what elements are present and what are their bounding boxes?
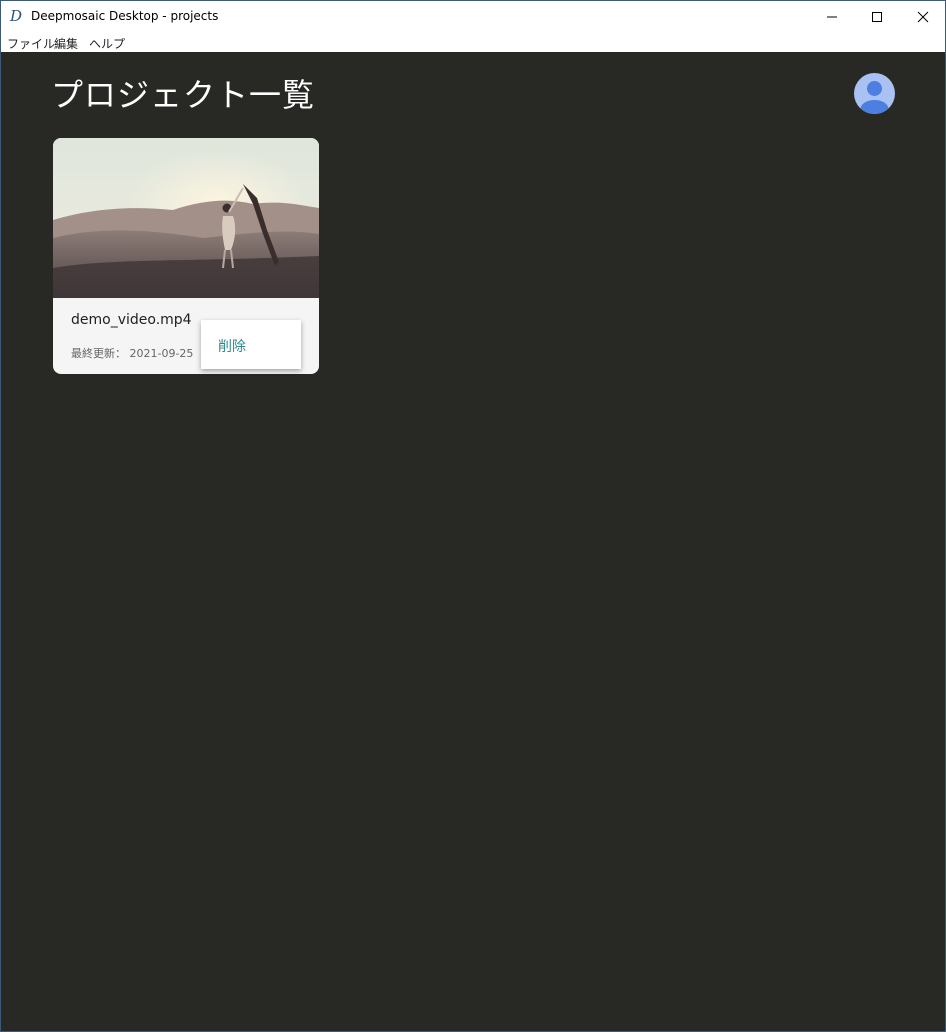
menu-file[interactable]: ファイル <box>7 35 55 52</box>
close-button[interactable] <box>900 1 946 32</box>
maximize-button[interactable] <box>854 1 900 32</box>
menu-bar: ファイル 編集 ヘルプ <box>1 32 945 53</box>
maximize-icon <box>872 11 882 22</box>
minimize-icon <box>827 16 837 17</box>
app-window: D Deepmosaic Desktop - projects ファイル 編集 … <box>0 0 946 1032</box>
app-logo-icon: D <box>10 7 23 25</box>
user-avatar-icon <box>860 81 889 114</box>
project-updated: 最終更新： 2021-09-25 <box>71 347 194 360</box>
minimize-button[interactable] <box>809 1 855 32</box>
project-thumbnail <box>53 138 319 298</box>
close-icon <box>917 11 929 22</box>
page-title: プロジェクト一覧 <box>51 76 316 114</box>
delete-menu-label: 削除 <box>218 339 246 355</box>
menu-help[interactable]: ヘルプ <box>89 35 125 52</box>
context-menu: 削除 <box>201 320 301 369</box>
delete-menu-item[interactable]: 削除 <box>201 320 301 369</box>
menu-edit[interactable]: 編集 <box>54 35 78 52</box>
main-content: プロジェクト一覧 demo_video.mp4 最終更新： 2021-09-25… <box>1 52 945 1031</box>
project-name: demo_video.mp4 <box>71 312 192 328</box>
user-avatar-button[interactable] <box>854 73 895 114</box>
window-title: Deepmosaic Desktop - projects <box>31 9 219 23</box>
title-bar[interactable]: D Deepmosaic Desktop - projects <box>1 1 945 32</box>
